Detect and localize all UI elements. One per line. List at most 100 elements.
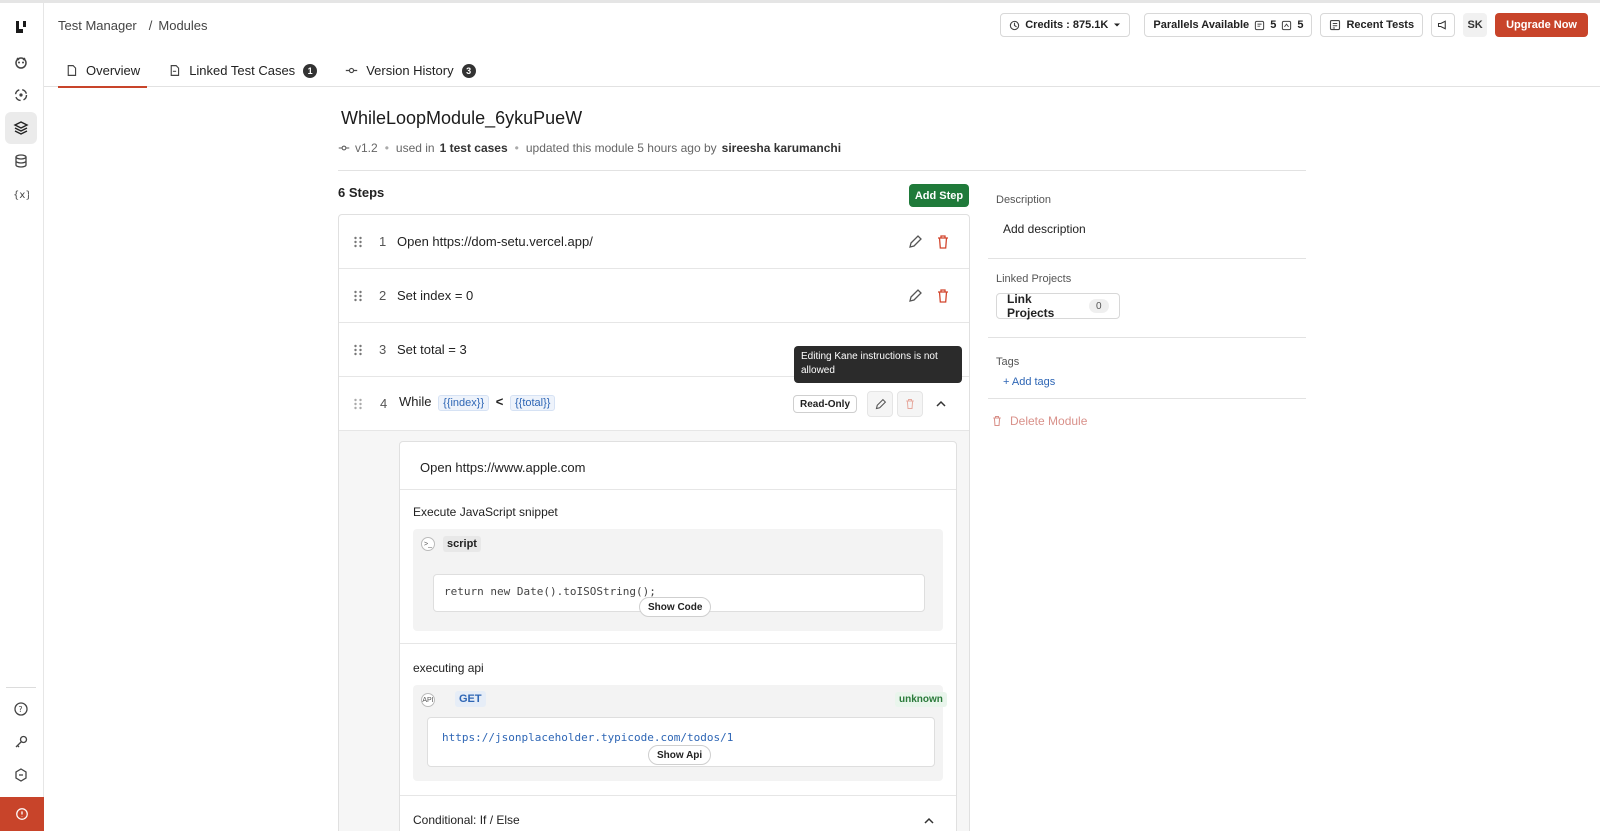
breadcrumb: Test Manager / Modules (58, 18, 208, 33)
avatar[interactable]: SK (1463, 13, 1488, 37)
app-logo-icon[interactable] (5, 11, 37, 43)
add-tags-link[interactable]: + Add tags (1003, 376, 1055, 388)
api-icon: API (421, 693, 435, 707)
key-icon[interactable] (5, 726, 37, 758)
integrations-icon[interactable] (5, 759, 37, 791)
while-keyword: While (399, 394, 432, 409)
drag-handle-icon[interactable] (353, 236, 363, 248)
variables-icon[interactable]: {x} (5, 178, 37, 210)
document-icon (67, 65, 77, 76)
automation-icon[interactable] (5, 79, 37, 111)
show-code-button[interactable]: Show Code (639, 597, 712, 617)
tab-version-history[interactable]: Version History 3 (338, 54, 482, 87)
delete-module-button[interactable]: Delete Module (991, 414, 1087, 428)
tab-count-badge: 3 (461, 63, 476, 78)
left-rail: {x} ? (0, 3, 44, 831)
step-number: 1 (379, 234, 387, 249)
web-parallel-icon (1255, 20, 1265, 30)
chevron-up-icon[interactable] (923, 816, 935, 826)
parallels-label: Parallels Available (1153, 19, 1250, 31)
updated-text: updated this module 5 hours ago by (525, 141, 717, 155)
megaphone-icon (1438, 20, 1446, 30)
edit-button[interactable] (867, 391, 893, 417)
support-button[interactable] (0, 797, 44, 831)
used-in-prefix: used in (395, 141, 435, 155)
drag-handle-icon[interactable] (353, 290, 363, 302)
step-row[interactable]: 2 Set index = 0 (339, 269, 969, 323)
nested-steps: Open https://www.apple.com Execute JavaS… (399, 441, 957, 831)
caret-down-icon (1114, 23, 1121, 27)
breadcrumb-separator: / (148, 18, 153, 33)
delete-trash-icon (993, 415, 1001, 427)
nested-step-text: Execute JavaScript snippet (413, 505, 558, 519)
while-body: Open https://www.apple.com Execute JavaS… (339, 431, 969, 831)
description-label: Description (996, 194, 1052, 206)
announcements-button[interactable] (1431, 13, 1456, 37)
delete-button[interactable] (897, 391, 923, 417)
http-method-badge: GET (455, 691, 486, 707)
while-condition: While {{index}} < {{total}} (399, 394, 558, 411)
edit-pencil-icon[interactable] (907, 288, 923, 304)
nested-step-api[interactable]: executing api API GET unknown https://js… (400, 644, 956, 796)
drag-handle-icon[interactable] (353, 344, 363, 356)
link-projects-button[interactable]: Link Projects 0 (996, 292, 1120, 320)
divider (988, 337, 1306, 338)
upgrade-now-button[interactable]: Upgrade Now (1495, 13, 1588, 37)
nested-step-conditional[interactable]: Conditional: If / Else (400, 796, 956, 831)
recent-tests-label: Recent Tests (1346, 19, 1415, 31)
parallels-available[interactable]: Parallels Available 5 5 (1144, 13, 1313, 37)
support-icon (16, 808, 28, 820)
header-actions: Credits : 875.1K Parallels Available 5 5… (1000, 13, 1588, 37)
variable-chip: {{index}} (438, 395, 490, 411)
rail-divider (6, 687, 36, 688)
api-status-badge: unknown (895, 692, 947, 707)
step-row-while[interactable]: 4 While {{index}} < {{total}} Read-Only (339, 377, 969, 431)
meta-separator: • (514, 141, 519, 155)
description-input[interactable]: Add description (1003, 222, 1086, 236)
nested-step-text: executing api (413, 661, 484, 675)
step-text: Open https://dom-setu.vercel.app/ (397, 234, 593, 249)
author-name: sireesha karumanchi (721, 141, 842, 155)
credits-dropdown[interactable]: Credits : 875.1K (1000, 13, 1131, 37)
page-header: Test Manager / Modules Credits : 875.1K … (44, 3, 1600, 88)
database-icon[interactable] (5, 145, 37, 177)
script-chip: script (443, 536, 481, 552)
recent-tests-icon (1330, 19, 1341, 31)
chevron-up-icon[interactable] (935, 399, 947, 409)
breadcrumb-modules[interactable]: Modules (158, 18, 207, 33)
tab-overview-label: Overview (86, 63, 141, 78)
help-icon[interactable]: ? (5, 693, 37, 725)
step-number: 2 (379, 288, 387, 303)
link-projects-label: Link Projects (1007, 292, 1055, 320)
delete-trash-icon (906, 399, 914, 409)
recent-tests-button[interactable]: Recent Tests (1320, 13, 1424, 37)
tab-linked-test-cases[interactable]: Linked Test Cases 1 (161, 54, 324, 87)
nested-step[interactable]: Open https://www.apple.com (400, 442, 956, 490)
tab-overview[interactable]: Overview (58, 54, 148, 88)
meta-separator: • (384, 141, 389, 155)
breadcrumb-test-manager[interactable]: Test Manager (58, 18, 137, 33)
mobile-parallel-icon (1282, 20, 1292, 30)
parallels-web-count: 5 (1270, 19, 1277, 31)
script-panel: >_ script return new Date().toISOString(… (413, 529, 943, 631)
delete-trash-icon[interactable] (935, 288, 951, 304)
drag-handle-icon[interactable] (353, 398, 363, 410)
step-text: Set total = 3 (397, 342, 467, 357)
step-row[interactable]: 1 Open https://dom-setu.vercel.app/ (339, 215, 969, 269)
edit-pencil-icon (875, 398, 886, 409)
nested-step-javascript[interactable]: Execute JavaScript snippet >_ script ret… (400, 490, 956, 644)
delete-trash-icon[interactable] (935, 234, 951, 250)
used-in-count[interactable]: 1 test cases (440, 141, 508, 155)
divider (988, 258, 1306, 259)
comparison-operator: < (495, 394, 504, 409)
add-step-button[interactable]: Add Step (909, 184, 969, 207)
tab-linked-test-cases-label: Linked Test Cases (189, 63, 296, 78)
nested-step-text: Open https://www.apple.com (420, 460, 586, 475)
step-number: 3 (379, 342, 387, 357)
edit-pencil-icon[interactable] (907, 234, 923, 250)
module-meta: v1.2 • used in 1 test cases • updated th… (338, 141, 841, 155)
show-api-button[interactable]: Show Api (648, 745, 712, 765)
modules-layers-icon[interactable] (5, 112, 37, 144)
kane-ai-icon[interactable] (5, 46, 37, 78)
tooltip: Editing Kane instructions is not allowed (794, 346, 962, 383)
